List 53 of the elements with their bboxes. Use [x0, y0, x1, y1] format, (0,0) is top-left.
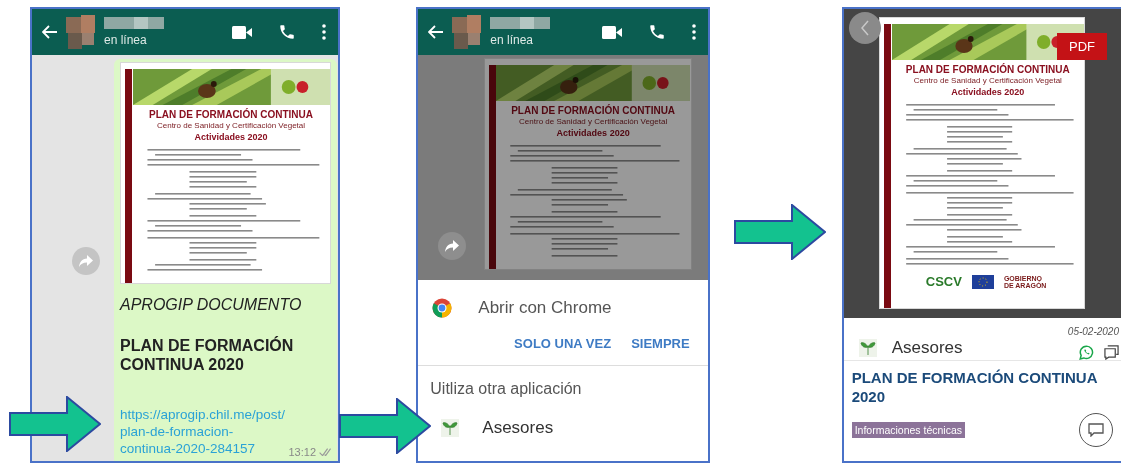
arrow-icon — [9, 396, 101, 452]
whatsapp-icon[interactable] — [1079, 345, 1094, 360]
speech-bubble-icon — [1088, 422, 1104, 437]
share-arrow-icon — [79, 255, 93, 267]
share-arrow-icon — [444, 240, 459, 252]
double-check-icon — [319, 448, 331, 456]
author-name: Asesores — [891, 338, 963, 358]
document-subtitle: Centro de Sanidad y Certificación Vegetal — [519, 117, 668, 126]
blurred-name — [104, 17, 164, 29]
back-arrow-icon[interactable] — [42, 25, 58, 39]
comments-icon[interactable] — [1104, 345, 1119, 360]
message-caption: APROGIP DOCUMENTO — [120, 296, 303, 314]
message-time: 13:12 — [288, 446, 316, 458]
logo-text: CSCV — [925, 274, 962, 289]
post-date: 05-02-2020 — [1067, 326, 1119, 337]
arrow-icon — [734, 204, 826, 260]
document-heading: Actividades 2020 — [951, 87, 1025, 97]
status-text: en línea — [104, 33, 148, 47]
back-arrow-icon[interactable] — [428, 25, 445, 39]
status-text: en línea — [490, 33, 534, 47]
comment-button[interactable] — [1079, 412, 1113, 447]
blurred-name — [490, 17, 551, 29]
document-title: PLAN DE FORMACIÓN CONTINUA — [905, 64, 1070, 75]
document-subtitle: Centro de Sanidad y Certificación Vegetal — [156, 121, 306, 130]
arrow-icon — [339, 398, 431, 454]
message-link[interactable]: https://aprogip.chil.me/post/plan-de-formacion-continua-2020-284157 — [120, 407, 286, 458]
app-option[interactable]: Asesores — [482, 418, 554, 438]
more-icon[interactable] — [691, 24, 696, 40]
category-tag[interactable]: Informaciones técnicas — [851, 421, 966, 438]
option-label[interactable]: Abrir con Chrome — [478, 298, 612, 318]
post-title[interactable]: PLAN DE FORMACIÓN CONTINUA 2020 — [843, 361, 1121, 407]
back-button[interactable] — [848, 12, 881, 44]
choice-button[interactable]: SOLO UNA VEZ — [514, 336, 612, 351]
video-call-icon[interactable] — [232, 25, 253, 39]
document-title: PLAN DE FORMACIÓN CONTINUA — [511, 105, 676, 116]
phone-icon[interactable] — [647, 23, 666, 41]
chrome-icon — [432, 298, 453, 318]
document-heading: Actividades 2020 — [556, 128, 630, 138]
section-label: Uitliza otra aplicación — [429, 379, 583, 398]
author-icon — [857, 338, 878, 358]
phone-icon[interactable] — [278, 23, 297, 41]
forward-button[interactable] — [437, 232, 466, 260]
document-subtitle: Centro de Sanidad y Certificación Vegetal — [913, 76, 1062, 85]
flag-icon — [971, 274, 994, 289]
document-heading: Actividades 2020 — [194, 132, 268, 142]
message-title: PLAN DE FORMACIÓN CONTINUA 2020 — [120, 336, 295, 375]
pdf-badge: PDF — [1057, 33, 1107, 60]
chevron-left-icon — [859, 20, 870, 36]
video-call-icon[interactable] — [601, 25, 622, 39]
more-icon[interactable] — [322, 24, 327, 40]
app-icon — [440, 418, 461, 438]
choice-button[interactable]: SIEMPRE — [631, 336, 690, 351]
document-title: PLAN DE FORMACIÓN CONTINUA — [149, 109, 313, 120]
